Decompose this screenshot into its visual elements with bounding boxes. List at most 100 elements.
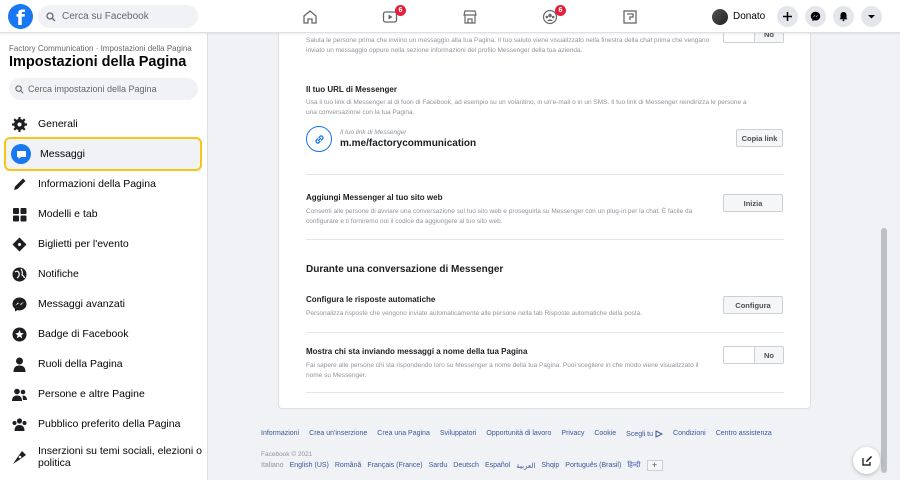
language-link[interactable]: العربية xyxy=(516,462,535,470)
sidebar-item-label: Messaggi xyxy=(40,148,85,160)
globe-icon xyxy=(9,264,29,284)
scrollbar-thumb[interactable] xyxy=(881,228,887,473)
more-languages-button[interactable]: + xyxy=(646,460,663,471)
sidebar-item-inserzioni[interactable]: Inserzioni su temi sociali, elezioni o p… xyxy=(4,439,202,475)
messenger-button[interactable] xyxy=(805,6,826,27)
sidebar-item-label: Persone e altre Pagine xyxy=(38,388,145,400)
sidebar-item-label: Modelli e tab xyxy=(38,208,98,220)
messenger-url-title: Il tuo URL di Messenger xyxy=(306,85,397,94)
language-link[interactable]: Shqip xyxy=(541,462,559,469)
sidebar-item-label: Ruoli della Pagina xyxy=(38,358,123,370)
breadcrumb[interactable]: Factory Communication · Impostazioni del… xyxy=(9,44,192,53)
copy-link-button[interactable]: Copia link xyxy=(736,129,783,147)
messenger-icon xyxy=(9,294,29,314)
sidebar-item-notifiche[interactable]: Notifiche xyxy=(4,259,202,289)
new-message-button[interactable] xyxy=(853,447,880,474)
footer-link[interactable]: Cookie xyxy=(594,430,616,438)
sender-toggle-no: No xyxy=(754,347,783,363)
conversation-heading: Durante una conversazione di Messenger xyxy=(306,264,504,275)
nav-marketplace[interactable] xyxy=(430,0,510,33)
person-icon xyxy=(9,354,29,374)
footer-link-label: Scegli tu xyxy=(626,430,654,438)
sidebar-item-biglietti[interactable]: Biglietti per l'evento xyxy=(4,229,202,259)
sidebar-item-modelli[interactable]: Modelli e tab xyxy=(4,199,202,229)
auto-replies-title: Configura le risposte automatiche xyxy=(306,295,436,304)
home-icon xyxy=(303,9,317,24)
website-messenger-title: Aggiungi Messenger al tuo sito web xyxy=(306,193,443,202)
divider xyxy=(306,392,784,393)
divider xyxy=(306,332,784,333)
configure-button[interactable]: Configura xyxy=(723,296,783,314)
divider xyxy=(306,239,784,240)
search-icon xyxy=(46,11,56,21)
sender-identity-toggle[interactable]: No xyxy=(723,346,784,364)
sidebar-item-pubblico[interactable]: Pubblico preferito della Pagina xyxy=(4,409,202,439)
messenger-icon xyxy=(810,11,821,22)
grid-icon xyxy=(9,204,29,224)
nav-groups[interactable]: 6 xyxy=(510,0,590,33)
sidebar-item-ruoli[interactable]: Ruoli della Pagina xyxy=(4,349,202,379)
global-search-input[interactable] xyxy=(62,11,182,22)
facebook-logo[interactable]: f xyxy=(8,4,33,30)
groups-badge: 6 xyxy=(555,5,566,16)
messenger-link-value[interactable]: m.me/factorycommunication xyxy=(340,138,476,149)
footer-link[interactable]: Scegli tu xyxy=(626,430,664,438)
footer-link[interactable]: Informazioni xyxy=(261,430,299,438)
settings-sidebar: Factory Communication · Impostazioni del… xyxy=(0,33,208,480)
main-nav: 6 6 xyxy=(270,0,670,33)
language-link[interactable]: Português (Brasil) xyxy=(565,462,621,469)
language-link[interactable]: Deutsch xyxy=(453,462,479,469)
messenger-url-description: Usa il tuo link di Messenger al di fuori… xyxy=(306,99,747,116)
sidebar-item-informazioni[interactable]: Informazioni della Pagina xyxy=(4,169,202,199)
profile-button[interactable]: Donato xyxy=(712,6,771,27)
language-link[interactable]: हिन्दी xyxy=(627,461,640,470)
current-language: Italiano xyxy=(261,462,284,469)
settings-search-input[interactable] xyxy=(28,84,188,94)
language-link[interactable]: Română xyxy=(335,462,361,469)
notifications-button[interactable] xyxy=(833,6,854,27)
divider xyxy=(306,174,784,175)
footer-links: Informazioni Crea un'inserzione Crea una… xyxy=(261,430,782,438)
sidebar-item-label: Informazioni della Pagina xyxy=(38,178,156,190)
sidebar-item-badge[interactable]: Badge di Facebook xyxy=(4,319,202,349)
badge-icon xyxy=(9,324,29,344)
create-button[interactable] xyxy=(777,6,798,27)
start-button[interactable]: Inizia xyxy=(723,194,783,212)
nav-home[interactable] xyxy=(270,0,350,33)
sidebar-item-label: Inserzioni su temi sociali, elezioni o p… xyxy=(38,445,202,469)
search-icon xyxy=(15,84,24,93)
bell-icon xyxy=(839,12,848,22)
language-link[interactable]: Sardu xyxy=(429,462,448,469)
sidebar-item-messaggi-avanzati[interactable]: Messaggi avanzati xyxy=(4,289,202,319)
pen-nib-icon xyxy=(9,447,29,467)
language-link[interactable]: English (US) xyxy=(290,462,329,469)
sidebar-item-generali[interactable]: Generali xyxy=(4,109,202,139)
footer-link[interactable]: Centro assistenza xyxy=(716,430,772,438)
nav-watch[interactable]: 6 xyxy=(350,0,430,33)
plus-icon xyxy=(783,12,792,21)
footer-link[interactable]: Sviluppatori xyxy=(440,430,477,438)
nav-gaming[interactable] xyxy=(590,0,670,33)
sidebar-item-label: Pubblico preferito della Pagina xyxy=(38,418,181,430)
messages-settings-card: Saluta le persone prima che inviino un m… xyxy=(278,25,811,409)
footer-link[interactable]: Crea un'inserzione xyxy=(309,430,367,438)
account-menu-button[interactable] xyxy=(861,6,882,27)
profile-name: Donato xyxy=(733,11,766,22)
sidebar-item-label: Generali xyxy=(38,118,78,130)
global-search[interactable] xyxy=(38,5,198,28)
language-selector: Italiano English (US) Română Français (F… xyxy=(261,460,663,471)
sidebar-item-messaggi[interactable]: Messaggi xyxy=(4,137,202,171)
sidebar-item-label: Notifiche xyxy=(38,268,79,280)
settings-search[interactable] xyxy=(9,78,198,100)
footer-link[interactable]: Opportunità di lavoro xyxy=(486,430,551,438)
sender-identity-description: Fai sapere alle persone chi sta risponde… xyxy=(306,362,699,379)
language-link[interactable]: Español xyxy=(485,462,510,469)
footer-link[interactable]: Privacy xyxy=(561,430,584,438)
gear-icon xyxy=(9,114,29,134)
watch-badge: 6 xyxy=(395,5,406,16)
footer-link[interactable]: Crea una Pagina xyxy=(377,430,430,438)
sidebar-item-label: Messaggi avanzati xyxy=(38,298,125,310)
language-link[interactable]: Français (France) xyxy=(367,462,422,469)
sidebar-item-persone[interactable]: Persone e altre Pagine xyxy=(4,379,202,409)
footer-link[interactable]: Condizioni xyxy=(673,430,706,438)
